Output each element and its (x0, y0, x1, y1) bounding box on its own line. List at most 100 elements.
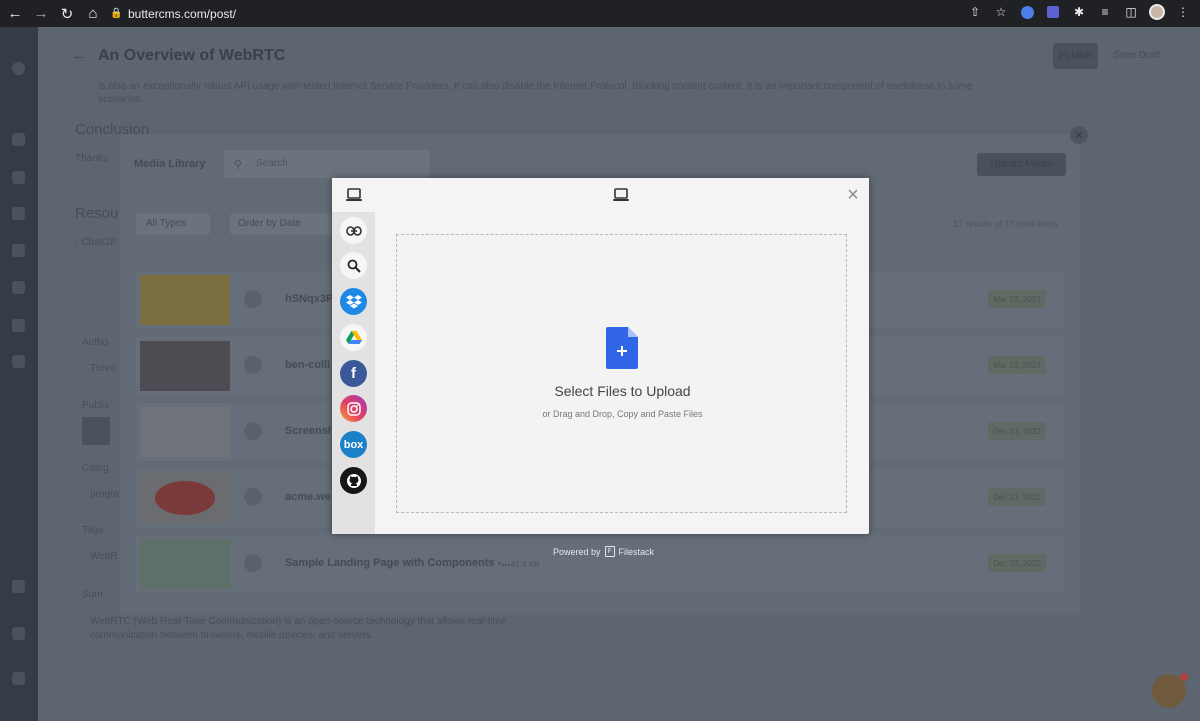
google-drive-icon[interactable] (340, 324, 367, 351)
thumbnail (140, 275, 230, 325)
powered-prefix: Powered by (553, 546, 601, 557)
media-name: Screensh (285, 425, 335, 437)
reload-icon[interactable]: ↻ (56, 3, 78, 25)
acme-logo (155, 481, 215, 515)
post-title: An Overview of WebRTC (98, 47, 286, 64)
sidebar-icon-2[interactable] (12, 171, 25, 184)
address-bar[interactable]: 🔒 buttercms.com/post/ (102, 3, 1032, 24)
sidebar-icon-5[interactable] (12, 281, 25, 294)
published-label: Publis (82, 400, 110, 411)
sidebar-icon-8[interactable] (12, 627, 25, 640)
category-label: Categ (82, 463, 109, 474)
avatar (244, 422, 262, 440)
avatar (244, 488, 262, 506)
powered-by-filestack[interactable]: Powered by F Filestack (553, 546, 654, 557)
reading-list-icon[interactable]: ≡ (1096, 3, 1114, 21)
picker-header: × (332, 178, 869, 212)
sidebar-icon-3[interactable] (12, 207, 25, 220)
avatar (244, 554, 262, 572)
media-row[interactable]: Sample Landing Page with Components -...… (136, 535, 1064, 593)
sidebar-toggle-icon[interactable]: ◫ (1122, 3, 1140, 21)
media-name: hSNqx3P (285, 293, 334, 305)
sidebar-icon-6[interactable] (12, 319, 25, 332)
author-label: Autho (82, 337, 109, 348)
bookmark-star-icon[interactable]: ☆ (992, 3, 1010, 21)
media-library-title: Media Library (134, 158, 206, 170)
publish-button[interactable]: Publish (1053, 43, 1098, 69)
tags-label: Tags (82, 525, 104, 536)
computer-icon (346, 188, 362, 201)
add-file-icon (606, 327, 638, 369)
media-name: acme.we (285, 491, 331, 503)
category-value: progra (90, 489, 119, 500)
thumbnail (140, 407, 230, 457)
body-paragraph: is also an exceptionally robust API usag… (98, 81, 973, 105)
sidebar-icon-1[interactable] (12, 133, 25, 146)
drop-subtitle: or Drag and Drop, Copy and Paste Files (542, 409, 703, 419)
notification-badge (1180, 673, 1188, 681)
thumbnail (140, 473, 230, 523)
source-sidebar: f box (332, 212, 375, 534)
lock-icon: 🔒 (110, 7, 123, 19)
extensions-puzzle-icon[interactable]: ✱ (1070, 3, 1088, 21)
search-icon[interactable] (340, 252, 367, 279)
github-icon[interactable] (340, 467, 367, 494)
tags-value: WebR (90, 551, 118, 562)
extension-save-icon[interactable] (1044, 3, 1062, 21)
profile-avatar[interactable] (1148, 3, 1166, 21)
app-sidebar (0, 27, 38, 721)
save-draft-button[interactable]: Save Draft (1113, 50, 1160, 61)
upload-media-button[interactable]: Upload Media (977, 153, 1066, 176)
date-badge: Dec 31, 2022 (988, 422, 1046, 440)
dropbox-icon[interactable] (340, 288, 367, 315)
date-badge: Dec 23, 2022 (988, 554, 1046, 572)
powered-brand: Filestack (618, 546, 655, 557)
author-value: Trevo (90, 363, 116, 374)
date-badge: Mar 13, 2023 (988, 356, 1046, 374)
media-size: 81.4 KB (511, 560, 540, 569)
back-icon[interactable]: ← (4, 3, 26, 25)
logo-icon (12, 62, 25, 75)
back-arrow-icon[interactable]: ← (72, 47, 86, 63)
share-icon[interactable]: ⇧ (966, 3, 984, 21)
browser-toolbar: ← → ↻ ⌂ 🔒 buttercms.com/post/ ⇧ ☆ ✱ ≡ ◫ … (0, 0, 1200, 27)
instagram-icon[interactable] (340, 395, 367, 422)
sidebar-icon-7[interactable] (12, 355, 25, 368)
facebook-icon[interactable]: f (340, 360, 367, 387)
home-icon[interactable]: ⌂ (82, 3, 104, 25)
calendar-button[interactable] (82, 417, 110, 445)
type-filter-dropdown[interactable]: All Types (136, 213, 210, 235)
help-icon[interactable] (12, 580, 25, 593)
results-count: 17 results of 17 total items (952, 219, 1058, 229)
date-badge: Dec 23, 2022 (988, 488, 1046, 506)
url-text: buttercms.com/post/ (128, 6, 237, 21)
forward-icon[interactable]: → (30, 3, 52, 25)
file-picker-dialog: × f box Select Files to Upload or Drag a… (332, 178, 869, 534)
sidebar-icon-9[interactable] (12, 672, 25, 685)
media-search-input[interactable]: Search (224, 150, 430, 178)
computer-icon (613, 188, 629, 201)
summary-label: Sum (82, 589, 103, 600)
box-icon[interactable]: box (340, 431, 367, 458)
drop-title: Select Files to Upload (554, 383, 691, 399)
order-dropdown[interactable]: Order by Date (230, 213, 332, 235)
resources-heading: Resou (75, 205, 119, 222)
close-icon[interactable]: ✕ (1070, 126, 1088, 144)
extension-blue-icon[interactable] (1018, 3, 1036, 21)
date-badge: Mar 13, 2023 (988, 290, 1046, 308)
more-menu-icon[interactable]: ⋮ (1174, 3, 1192, 21)
sidebar-icon-4[interactable] (12, 244, 25, 257)
thumbnail (140, 539, 230, 589)
filestack-logo-icon: F (604, 546, 615, 557)
media-name: Sample Landing Page with Components -... (285, 557, 511, 569)
media-name: ben-colli (285, 359, 331, 371)
close-icon[interactable]: × (845, 185, 861, 205)
link-icon[interactable] (340, 217, 367, 244)
avatar (244, 356, 262, 374)
summary-text: WebRTC (Web Real-Time Communication) is … (90, 616, 507, 641)
file-drop-zone[interactable]: Select Files to Upload or Drag and Drop,… (396, 234, 847, 513)
thumbnail (140, 341, 230, 391)
avatar (244, 290, 262, 308)
conclusion-text: Thanks (75, 153, 108, 164)
search-icon: ⚲ (234, 159, 243, 171)
